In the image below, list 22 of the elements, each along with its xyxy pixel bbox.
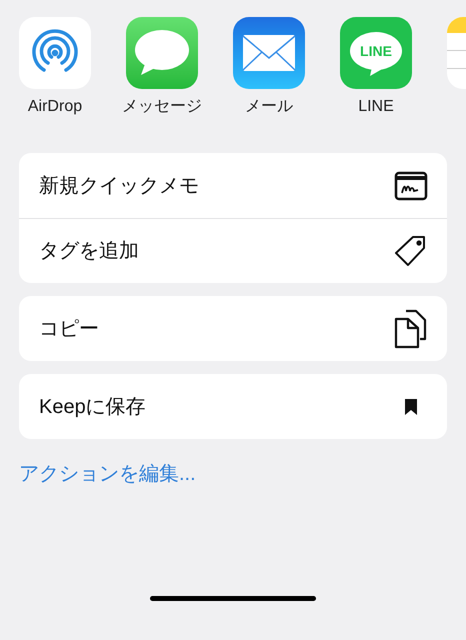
bookmark-icon — [404, 398, 418, 416]
action-row[interactable]: Keepに保存 — [19, 374, 447, 439]
action-label: Keepに保存 — [39, 394, 146, 420]
envelope-icon[interactable] — [233, 17, 305, 89]
action-label: タグを追加 — [39, 239, 139, 264]
tag-icon — [394, 234, 428, 268]
airdrop-icon[interactable] — [19, 17, 91, 89]
app-label: メール — [245, 97, 293, 117]
app-label: AirDrop — [28, 97, 82, 117]
copy-icon — [394, 308, 428, 348]
speech-bubble-icon — [348, 31, 404, 77]
action-label: コピー — [39, 316, 99, 342]
app-label: LINE — [358, 97, 394, 117]
app-label: メッセージ — [122, 97, 202, 117]
speech-bubble-icon[interactable] — [126, 17, 198, 89]
memo-window-icon — [394, 170, 428, 200]
action-row[interactable]: タグを追加 — [19, 218, 447, 283]
action-row[interactable]: コピー — [19, 296, 447, 361]
edit-actions-link[interactable]: アクションを編集... — [19, 463, 196, 485]
action-row[interactable]: 新規クイックメモ — [19, 153, 447, 218]
logo-text: LINE — [360, 42, 392, 60]
action-label: 新規クイックメモ — [39, 174, 199, 198]
